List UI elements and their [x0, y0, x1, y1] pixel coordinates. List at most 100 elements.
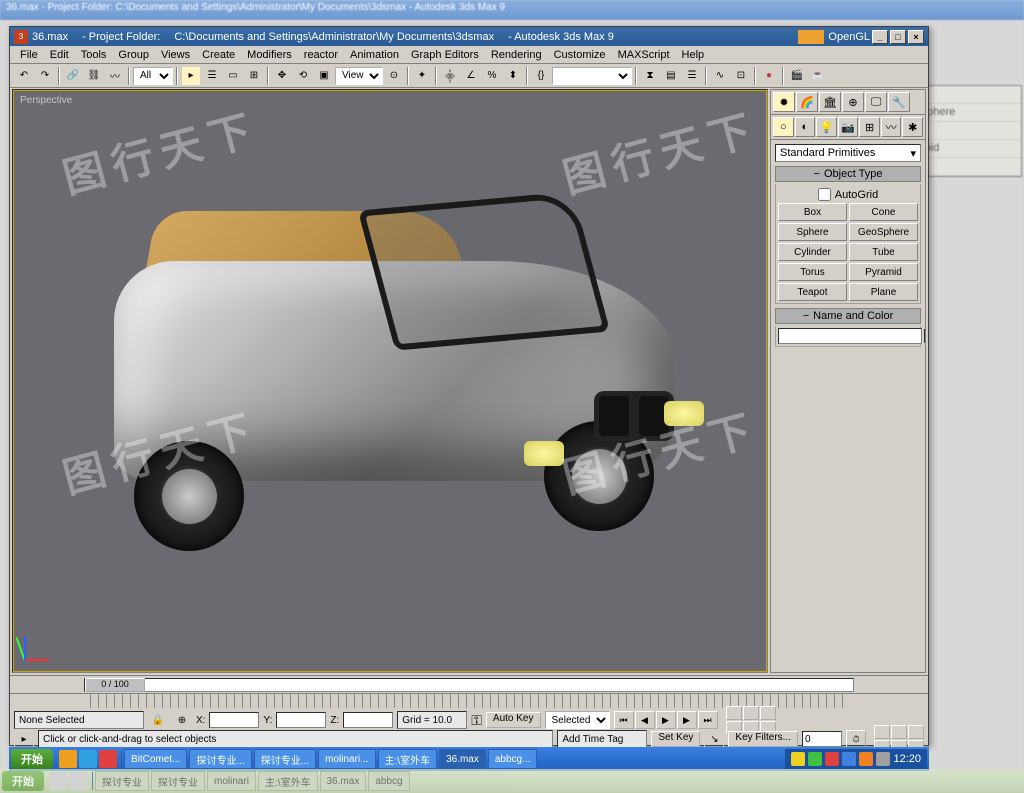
- named-sets-button[interactable]: {}: [531, 66, 551, 86]
- task-item-o3[interactable]: molinari: [207, 771, 256, 791]
- ref-coord-dropdown[interactable]: View: [335, 67, 383, 85]
- spinner-snap-button[interactable]: ⬍: [503, 66, 523, 86]
- task-item-o6[interactable]: abbcg: [368, 771, 409, 791]
- goto-start-button[interactable]: ⏮: [614, 711, 634, 729]
- nav-btn[interactable]: [908, 725, 924, 739]
- communication-center-icon[interactable]: [798, 30, 824, 44]
- torus-button[interactable]: Torus: [778, 263, 847, 281]
- tray-icon[interactable]: [825, 752, 839, 766]
- zoom-region-button[interactable]: [874, 725, 890, 739]
- curve-editor-button[interactable]: ∿: [710, 66, 730, 86]
- geosphere-button[interactable]: GeoSphere: [849, 223, 918, 241]
- next-frame-button[interactable]: ▶: [677, 711, 697, 729]
- rotate-button[interactable]: ⟲: [293, 66, 313, 86]
- selection-filter-dropdown[interactable]: All: [133, 67, 173, 85]
- play-button[interactable]: ▶: [656, 711, 676, 729]
- menu-help[interactable]: Help: [676, 47, 711, 63]
- time-config-button[interactable]: ⏱: [846, 730, 866, 748]
- window-crossing-button[interactable]: ⊞: [244, 66, 264, 86]
- z-coord-input[interactable]: [343, 712, 393, 728]
- menu-animation[interactable]: Animation: [344, 47, 405, 63]
- menu-graph-editors[interactable]: Graph Editors: [405, 47, 485, 63]
- geometry-subtab[interactable]: ○: [773, 117, 794, 137]
- key-filters-button[interactable]: Key Filters...: [728, 731, 798, 747]
- time-slider-thumb[interactable]: 0 / 100: [85, 678, 145, 692]
- quick-render-button[interactable]: ☕: [808, 66, 828, 86]
- link-button[interactable]: 🔗: [63, 66, 83, 86]
- object-color-swatch[interactable]: [924, 329, 926, 343]
- select-object-button[interactable]: ▸: [181, 66, 201, 86]
- task-bitcomet[interactable]: BitComet...: [124, 749, 187, 769]
- menu-rendering[interactable]: Rendering: [485, 47, 548, 63]
- menu-edit[interactable]: Edit: [44, 47, 75, 63]
- align-button[interactable]: ▤: [661, 66, 681, 86]
- select-by-name-button[interactable]: ☰: [202, 66, 222, 86]
- layer-manager-button[interactable]: ☰: [682, 66, 702, 86]
- menu-customize[interactable]: Customize: [548, 47, 612, 63]
- geometry-category-dropdown[interactable]: Standard Primitives▾: [775, 144, 921, 162]
- absolute-relative-button[interactable]: ⊕: [172, 710, 192, 730]
- task-item-2[interactable]: 探讨专业...: [254, 749, 316, 769]
- current-frame-input[interactable]: [802, 731, 842, 747]
- undo-button[interactable]: ↶: [14, 66, 34, 86]
- zoom-all-button[interactable]: [743, 706, 759, 720]
- box-button[interactable]: Box: [778, 203, 847, 221]
- menu-create[interactable]: Create: [196, 47, 241, 63]
- unlink-button[interactable]: ⛓: [84, 66, 104, 86]
- menu-file[interactable]: File: [14, 47, 44, 63]
- select-region-button[interactable]: ▭: [223, 66, 243, 86]
- object-type-rollout-header[interactable]: − Object Type: [775, 166, 921, 182]
- key-mode-icon[interactable]: ↘: [704, 729, 724, 749]
- ql-ie-icon[interactable]: [59, 750, 77, 768]
- name-color-rollout-header[interactable]: − Name and Color: [775, 308, 921, 324]
- cameras-subtab[interactable]: 📷: [838, 117, 859, 137]
- sphere-button[interactable]: Sphere: [778, 223, 847, 241]
- pyramid-button[interactable]: Pyramid: [849, 263, 918, 281]
- task-36max[interactable]: 36.max: [439, 749, 486, 769]
- tray-icon[interactable]: [842, 752, 856, 766]
- ql-app-icon[interactable]: [99, 750, 117, 768]
- tray-icon[interactable]: [791, 752, 805, 766]
- schematic-view-button[interactable]: ⊡: [731, 66, 751, 86]
- car-model[interactable]: [74, 141, 714, 581]
- menu-group[interactable]: Group: [112, 47, 155, 63]
- utilities-tab[interactable]: 🔧: [888, 92, 910, 112]
- render-scene-button[interactable]: 🎬: [787, 66, 807, 86]
- zoom-extents-button[interactable]: [760, 706, 776, 720]
- tray-icon[interactable]: [859, 752, 873, 766]
- menu-modifiers[interactable]: Modifiers: [241, 47, 298, 63]
- angle-snap-button[interactable]: ∠: [461, 66, 481, 86]
- move-button[interactable]: ✥: [272, 66, 292, 86]
- key-mode-dropdown[interactable]: Selected: [545, 711, 610, 729]
- systems-subtab[interactable]: ✱: [902, 117, 923, 137]
- task-item-1[interactable]: 探讨专业...: [189, 749, 251, 769]
- modify-tab[interactable]: 🌈: [796, 92, 818, 112]
- start-button-inner[interactable]: 开始: [11, 749, 53, 769]
- ql-desktop-icon[interactable]: [79, 750, 97, 768]
- display-tab[interactable]: 🖵: [865, 92, 887, 112]
- task-folder[interactable]: 主:\室外车: [378, 749, 438, 769]
- ql-icon[interactable]: [50, 772, 68, 790]
- material-editor-button[interactable]: ●: [759, 66, 779, 86]
- y-coord-input[interactable]: [276, 712, 326, 728]
- percent-snap-button[interactable]: %: [482, 66, 502, 86]
- hierarchy-tab[interactable]: 🏛: [819, 92, 841, 112]
- task-molinari[interactable]: molinari...: [318, 749, 375, 769]
- bind-spacewarp-button[interactable]: 〰: [105, 66, 125, 86]
- cone-button[interactable]: Cone: [849, 203, 918, 221]
- prev-frame-button[interactable]: ◀: [635, 711, 655, 729]
- maxscript-listener-button[interactable]: ▸: [14, 729, 34, 749]
- x-coord-input[interactable]: [209, 712, 259, 728]
- tray-icon[interactable]: [876, 752, 890, 766]
- task-item-o1[interactable]: 探讨专业: [95, 771, 149, 791]
- plane-button[interactable]: Plane: [849, 283, 918, 301]
- task-abbcg[interactable]: abbcg...: [488, 749, 538, 769]
- tray-icon[interactable]: [808, 752, 822, 766]
- menu-reactor[interactable]: reactor: [298, 47, 344, 63]
- ql-icon[interactable]: [70, 772, 88, 790]
- lights-subtab[interactable]: 💡: [816, 117, 837, 137]
- close-button[interactable]: ×: [908, 30, 924, 44]
- redo-button[interactable]: ↷: [35, 66, 55, 86]
- menu-maxscript[interactable]: MAXScript: [612, 47, 676, 63]
- key-icon[interactable]: ⚿: [471, 712, 482, 729]
